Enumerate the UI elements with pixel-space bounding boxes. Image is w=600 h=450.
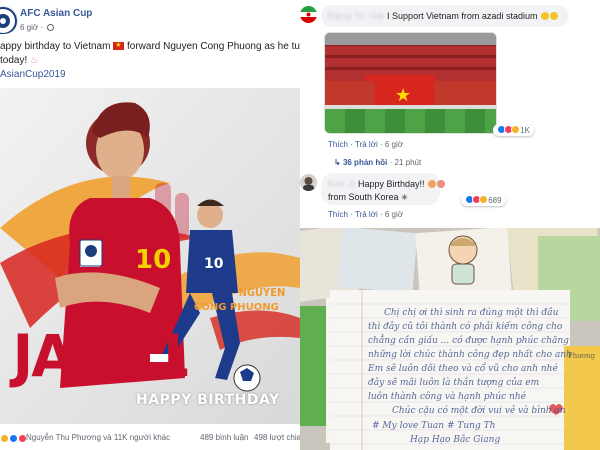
svg-text:★: ★: [395, 85, 411, 106]
post-header: AFC Asian Cup 6 giờ ·: [0, 2, 300, 38]
letter-line: những lời chúc thành công đẹp nhất cho a…: [368, 350, 572, 360]
cake-emoji-icon: ♨: [30, 55, 39, 66]
comment-reactions[interactable]: 689: [461, 194, 506, 206]
poster-last-name: CONG PHUONG: [194, 302, 279, 313]
post-text: appy birthday to Vietnam forward Nguyen …: [0, 39, 300, 82]
commenter-avatar[interactable]: [300, 6, 317, 23]
comments-count[interactable]: 489 bình luận: [200, 433, 249, 442]
comment-actions: Thích · Trả lời · 6 giờ: [328, 210, 404, 219]
comment-reactions[interactable]: 1K: [493, 124, 535, 136]
laughing-emoji-icon: [540, 12, 549, 20]
post-text-line1-post: forward Nguyen Cong Phuong as he turns: [127, 41, 300, 52]
facebook-post: AFC Asian Cup 6 giờ · appy birthday to V…: [0, 0, 300, 450]
comment-reactions-count: 689: [488, 196, 502, 205]
page-avatar[interactable]: [0, 6, 18, 34]
haha-reaction-icon: [511, 125, 520, 134]
post-text-line2: today!: [0, 55, 28, 66]
svg-text:10: 10: [204, 256, 224, 272]
letter-line: đây sẽ mãi luôn là thần tượng của em: [368, 378, 540, 388]
letter-line: Chị chị ơi thì sinh ra đúng một thì đầu: [384, 308, 559, 318]
comment-text-line2: from South Korea: [328, 192, 399, 202]
reply-comment-link[interactable]: Trả lời: [355, 210, 378, 219]
poster-greeting: HAPPY BIRTHDAY: [136, 392, 280, 408]
comment-actions: Thích · Trả lời · 6 giờ: [328, 140, 404, 149]
letter-line: Chúc cậu có một đời vui vẻ và bình an: [392, 406, 566, 416]
comment-content-line2: from South Korea ✳: [328, 192, 408, 202]
replies-count[interactable]: 36 phản hồi: [343, 158, 387, 167]
comments-panel: Đặng Trí Hải I Support Vietnam from azad…: [300, 0, 600, 228]
comment-time[interactable]: 6 giờ: [385, 210, 403, 219]
post-text-line1-pre: appy birthday to Vietnam: [0, 41, 111, 52]
commenter-name[interactable]: Kim Ji: [328, 179, 356, 189]
like-comment-link[interactable]: Thích: [328, 210, 348, 219]
commenter-avatar[interactable]: [300, 174, 317, 191]
party-emoji-icon: [428, 180, 437, 188]
haha-reaction-icon: [479, 195, 488, 204]
commenter-name[interactable]: Đặng Trí Hải: [328, 11, 385, 21]
like-reaction-icon: [9, 434, 19, 443]
shares-count[interactable]: 498 lượt chia: [254, 433, 300, 442]
vietnam-flag-icon: [113, 39, 125, 53]
cake-emoji-icon: [437, 180, 446, 188]
letter-line: chẳng cần giấu ... có được hạnh phúc chă…: [368, 336, 569, 346]
post-timestamp[interactable]: 6 giờ ·: [20, 23, 55, 32]
handwritten-letter-photo[interactable]: Chị chị ơi thì sinh ra đúng một thì đầu …: [300, 228, 600, 450]
card-label: Phương: [568, 352, 595, 360]
svg-text:10: 10: [135, 245, 171, 275]
comment-text-line1: Happy Birthday!!: [358, 179, 425, 189]
comment-text: I Support Vietnam from azadi stadium: [387, 11, 538, 21]
page-name[interactable]: AFC Asian Cup: [20, 8, 92, 19]
comment-time[interactable]: 6 giờ: [385, 140, 403, 149]
letter-line: Em sẽ luôn dõi theo và cổ vũ cho anh nhé: [368, 364, 558, 374]
post-footer: Nguyễn Thu Phương và 11K người khác 489 …: [0, 428, 300, 450]
poster-date: JAN21: [12, 322, 191, 390]
reaction-icons[interactable]: [0, 434, 28, 444]
globe-icon: [47, 24, 55, 31]
comment-content-line1: Kim Ji Happy Birthday!!: [328, 179, 446, 189]
letter-line: Hạp Hạo Bắc Giang: [410, 435, 501, 445]
hashtag-link[interactable]: AsianCup2019: [0, 68, 300, 82]
view-replies-link[interactable]: ↳ 36 phản hồi · 21 phút: [334, 158, 421, 167]
post-time[interactable]: 6 giờ: [20, 23, 38, 32]
comment-content: Đặng Trí Hải I Support Vietnam from azad…: [328, 11, 558, 21]
letter-line: luôn thành công và hạnh phúc nhé: [368, 392, 526, 402]
laughing-emoji-icon: [549, 12, 558, 20]
replies-time: 21 phút: [394, 158, 422, 167]
comment-stadium-photo[interactable]: ★ ★: [324, 32, 497, 134]
comment-reactions-count: 1K: [520, 126, 531, 135]
letter-line: thì đây cũ tôi thành có phải kiếm công c…: [368, 322, 563, 332]
poster-first-name: NGUYEN: [238, 286, 286, 299]
reply-comment-link[interactable]: Trả lời: [355, 140, 378, 149]
haha-reaction-icon: [0, 434, 9, 443]
reactions-summary[interactable]: Nguyễn Thu Phương và 11K người khác: [26, 433, 170, 442]
letter-line: # My love Tuan # Tung Th: [372, 421, 496, 431]
like-comment-link[interactable]: Thích: [328, 140, 348, 149]
south-korea-flag-icon: ✳: [401, 193, 408, 202]
reply-arrow-icon: ↳: [334, 158, 343, 167]
